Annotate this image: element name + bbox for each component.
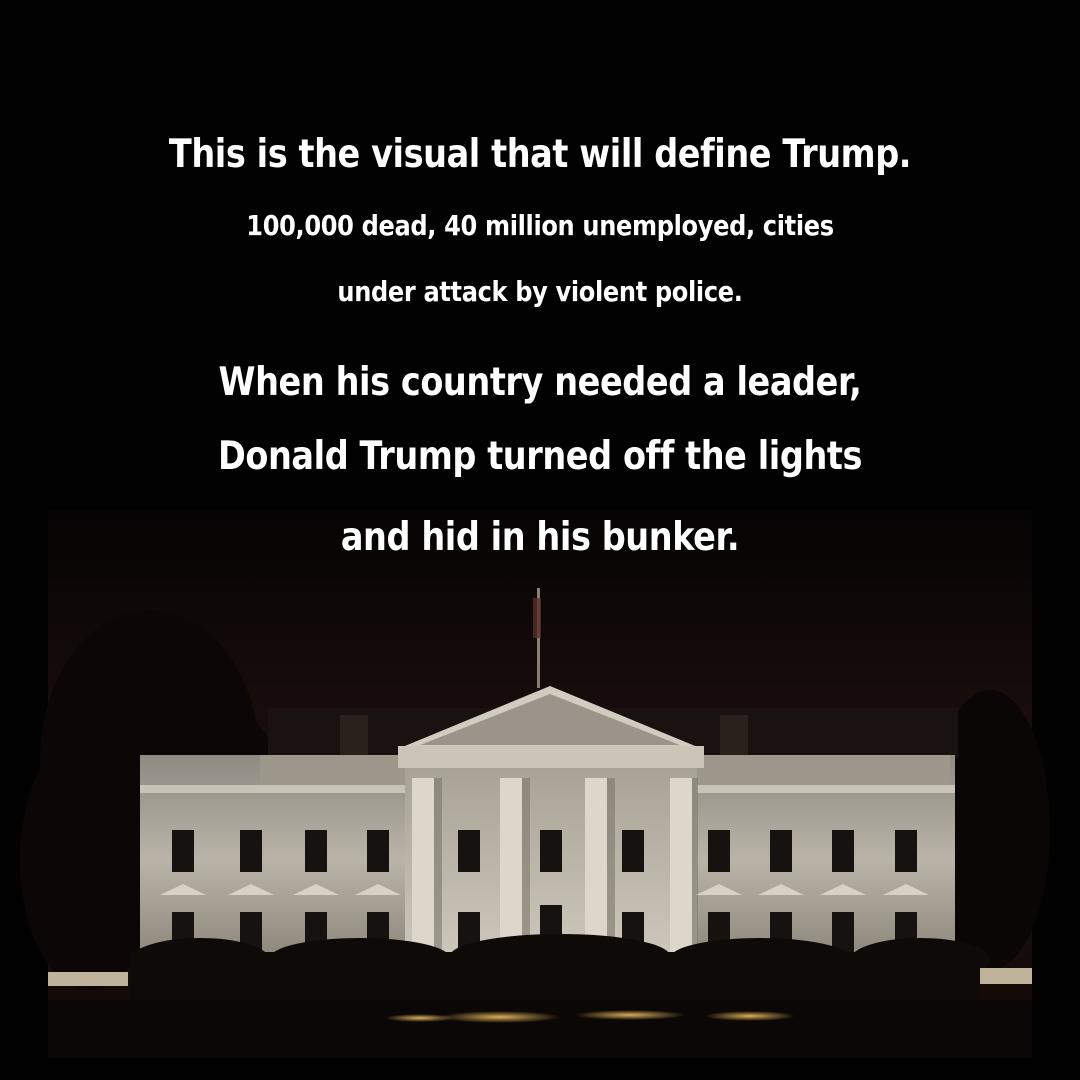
main-line-2: Donald Trump turned off the lights [217, 434, 863, 479]
lawn [48, 1000, 1032, 1058]
meme-image: This is the visual that will define Trum… [0, 0, 1080, 1080]
headline: This is the visual that will define Trum… [168, 132, 912, 177]
main-line-1: When his country needed a leader, [218, 360, 862, 405]
main-line-3: and hid in his bunker. [340, 515, 740, 560]
subline-1: 100,000 dead, 40 million unemployed, cit… [246, 209, 834, 242]
subline-2: under attack by violent police. [337, 275, 743, 308]
